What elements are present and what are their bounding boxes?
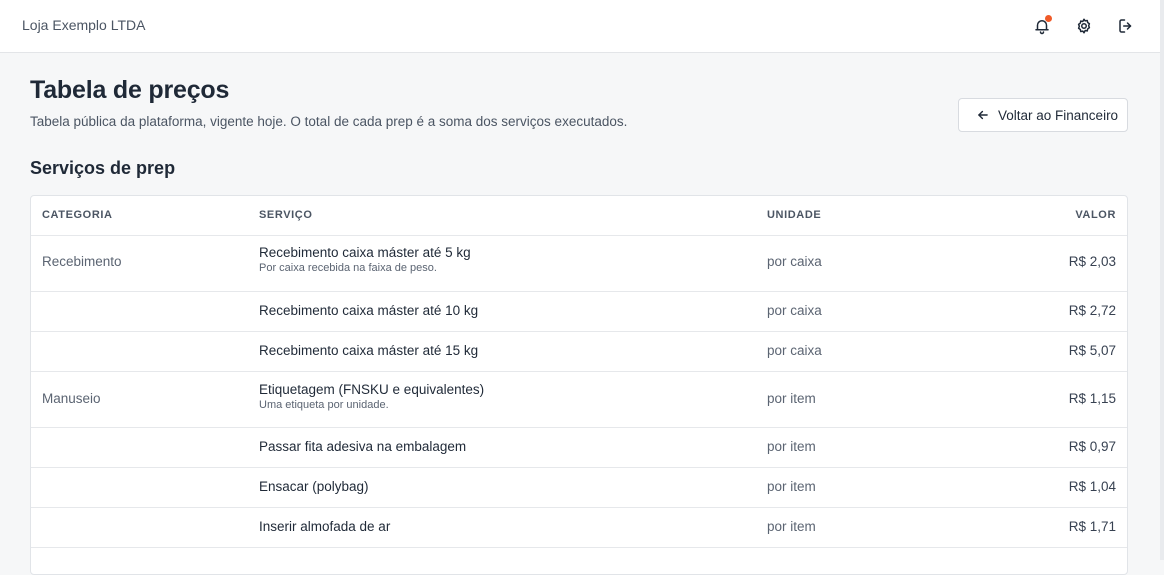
row-value: R$ 0,97 <box>1068 439 1116 454</box>
back-button-label: Voltar ao Financeiro <box>998 107 1119 123</box>
arrow-left-icon <box>978 110 988 120</box>
back-to-financeiro-button[interactable]: Voltar ao Financeiro <box>958 98 1128 132</box>
section-title: Serviços de prep <box>30 158 176 178</box>
price-table: CATEGORIA SERVIÇO UNIDADE VALOR Recebime… <box>30 195 1128 575</box>
row-unit: por caixa <box>767 254 822 269</box>
settings-button[interactable] <box>1072 14 1096 38</box>
table-row: Ensacar (polybag) por item R$ 1,04 <box>31 468 1127 508</box>
table-row: Recebimento Recebimento caixa máster até… <box>31 236 1127 292</box>
logout-button[interactable] <box>1114 14 1138 38</box>
row-value: R$ 2,72 <box>1068 303 1116 318</box>
table-row: Manuseio Etiquetagem (FNSKU e equivalent… <box>31 372 1127 428</box>
service-name: Recebimento caixa máster até 10 kg <box>259 303 479 318</box>
row-unit: por item <box>767 391 816 406</box>
row-value: R$ 1,04 <box>1068 479 1116 494</box>
row-service: Recebimento caixa máster até 10 kg <box>259 303 478 318</box>
page-title: Tabela de preços <box>30 76 230 104</box>
top-actions <box>1030 14 1138 38</box>
top-bar: Loja Exemplo LTDA <box>0 0 1160 53</box>
page-subtitle: Tabela pública da plataforma, vigente ho… <box>30 114 628 129</box>
table-row: Inserir almofada de ar por item R$ 1,71 <box>31 508 1127 548</box>
service-name: Ensacar (polybag) <box>259 479 369 494</box>
row-category: Manuseio <box>42 391 101 406</box>
row-unit: por item <box>767 439 816 454</box>
gear-icon <box>1077 18 1091 34</box>
row-service: Recebimento caixa máster até 15 kg <box>259 343 478 358</box>
service-name: Recebimento caixa máster até 15 kg <box>259 343 479 358</box>
row-value: R$ 1,71 <box>1068 519 1116 534</box>
row-service: Etiquetagem (FNSKU e equivalentes) Uma e… <box>259 382 484 411</box>
service-name: Recebimento caixa máster até 5 kg <box>259 245 471 260</box>
table-row: Recebimento caixa máster até 10 kg por c… <box>31 292 1127 332</box>
notification-dot <box>1045 15 1052 22</box>
column-header-service: SERVIÇO <box>259 209 313 221</box>
scrollbar-track[interactable] <box>1160 0 1164 560</box>
service-name: Inserir almofada de ar <box>259 519 391 534</box>
service-note: Uma etiqueta por unidade. <box>259 399 389 411</box>
row-category: Recebimento <box>42 254 122 269</box>
row-service: Ensacar (polybag) <box>259 479 369 494</box>
column-header-value: VALOR <box>1075 209 1116 221</box>
row-value: R$ 2,03 <box>1068 254 1116 269</box>
row-service: Passar fita adesiva na embalagem <box>259 439 466 454</box>
table-row: Passar fita adesiva na embalagem por ite… <box>31 428 1127 468</box>
column-header-unit: UNIDADE <box>767 209 822 221</box>
row-unit: por caixa <box>767 303 822 318</box>
store-name: Loja Exemplo LTDA <box>22 17 146 33</box>
service-note: Por caixa recebida na faixa de peso. <box>259 262 437 274</box>
row-service: Recebimento caixa máster até 5 kg Por ca… <box>259 245 471 274</box>
table-header: CATEGORIA SERVIÇO UNIDADE VALOR <box>31 196 1127 236</box>
column-header-category: CATEGORIA <box>42 209 113 221</box>
row-value: R$ 5,07 <box>1068 343 1116 358</box>
table-row: Recebimento caixa máster até 15 kg por c… <box>31 332 1127 372</box>
row-unit: por item <box>767 479 816 494</box>
row-unit: por item <box>767 519 816 534</box>
row-unit: por caixa <box>767 343 822 358</box>
row-service: Inserir almofada de ar <box>259 519 390 534</box>
service-name: Etiquetagem (FNSKU e equivalentes) <box>259 382 485 397</box>
notifications-button[interactable] <box>1030 14 1054 38</box>
row-value: R$ 1,15 <box>1068 391 1116 406</box>
service-name: Passar fita adesiva na embalagem <box>259 439 467 454</box>
logout-icon <box>1119 19 1132 33</box>
